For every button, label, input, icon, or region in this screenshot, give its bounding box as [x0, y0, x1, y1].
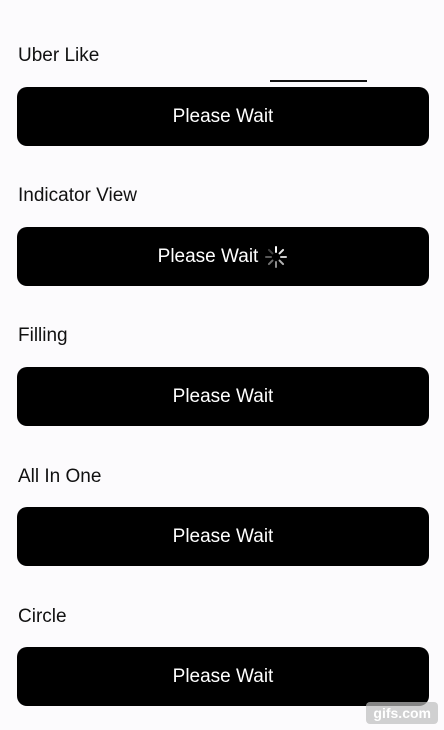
circle-button-label: Please Wait	[172, 665, 274, 687]
all-in-one-button[interactable]: Please Wait	[17, 507, 429, 566]
section-title-uber-like: Uber Like	[18, 45, 100, 66]
activity-indicator-icon	[264, 245, 288, 269]
uber-progress-bar	[270, 80, 367, 82]
section-title-indicator-view: Indicator View	[18, 185, 137, 206]
circle-button[interactable]: Please Wait	[17, 647, 429, 706]
indicator-view-button-label: Please Wait	[157, 245, 259, 267]
filling-button[interactable]: Please Wait	[17, 367, 429, 426]
all-in-one-button-label: Please Wait	[172, 525, 274, 547]
uber-like-button-label: Please Wait	[172, 105, 274, 127]
indicator-view-button[interactable]: Please Wait	[17, 227, 429, 286]
filling-button-label: Please Wait	[172, 385, 274, 407]
watermark: gifs.com	[366, 702, 438, 724]
section-title-filling: Filling	[18, 325, 68, 346]
section-title-circle: Circle	[18, 606, 67, 627]
uber-like-button[interactable]: Please Wait	[17, 87, 429, 146]
section-title-all-in-one: All In One	[18, 466, 102, 487]
